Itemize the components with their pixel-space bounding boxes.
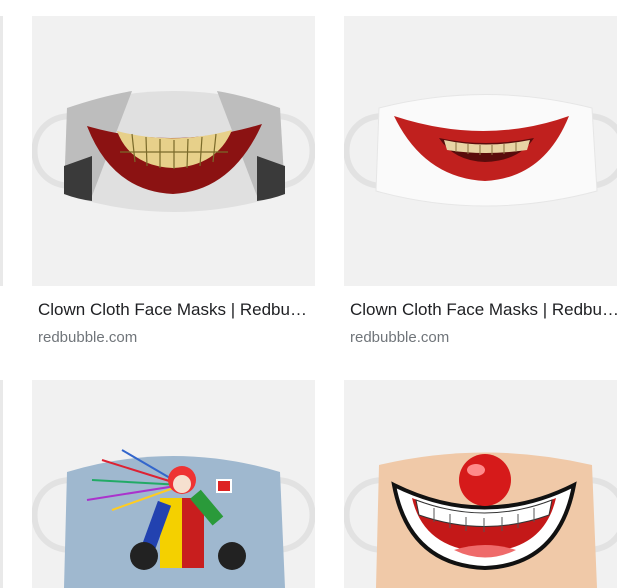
- result-source: redbubble.com: [350, 329, 450, 346]
- result-tile[interactable]: [344, 380, 617, 588]
- previous-column-edge: [0, 380, 3, 588]
- result-source: redbubble.com: [38, 329, 138, 346]
- clown-nose-mask-image[interactable]: [344, 380, 617, 588]
- result-tile[interactable]: Clown Cloth Face Masks | Redbubble redbu…: [344, 16, 617, 356]
- result-tile[interactable]: [32, 380, 315, 588]
- joker-grin-mask-image[interactable]: [32, 16, 315, 286]
- result-title[interactable]: Clown Cloth Face Masks | Redbubble: [350, 300, 617, 320]
- clown-splatter-mask-image[interactable]: [32, 380, 315, 588]
- result-tile[interactable]: Clown Cloth Face Masks | Redbubble redbu…: [32, 16, 315, 356]
- result-title[interactable]: Clown Cloth Face Masks | Redbubble: [38, 300, 310, 320]
- previous-column-edge: [0, 16, 3, 286]
- red-lips-mask-image[interactable]: [344, 16, 617, 286]
